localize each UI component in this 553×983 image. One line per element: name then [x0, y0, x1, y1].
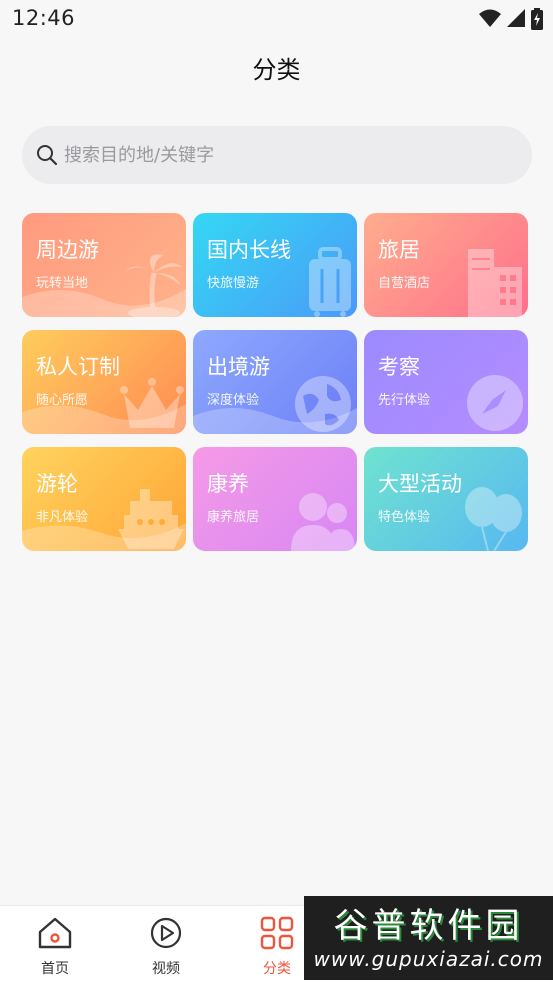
category-subtitle: 快旅慢游 [207, 276, 260, 291]
grid-icon [260, 916, 294, 950]
category-subtitle: 先行体验 [378, 393, 431, 408]
category-grid: 周边游 玩转当地 国内长线 快旅慢游 旅居 自营酒店 私人订制 随心所愿 出境游… [22, 213, 528, 551]
category-title: 国内长线 [207, 238, 291, 262]
category-subtitle: 非凡体验 [36, 510, 89, 525]
tab-category[interactable]: 分类 [242, 916, 312, 978]
tab-home[interactable]: 首页 [20, 916, 90, 978]
tab-home-label: 首页 [41, 961, 69, 977]
category-card[interactable]: 康养 康养旅居 [193, 447, 357, 551]
status-icons [479, 8, 543, 30]
category-title: 私人订制 [36, 355, 120, 379]
category-card[interactable]: 考察 先行体验 [364, 330, 528, 434]
watermark-url: www.gupuxiazai.com [313, 947, 544, 971]
signal-icon [507, 9, 525, 27]
category-title: 康养 [207, 472, 249, 496]
category-subtitle: 随心所愿 [36, 393, 89, 408]
category-subtitle: 玩转当地 [36, 276, 89, 291]
play-icon [150, 917, 182, 949]
tab-video[interactable]: 视频 [131, 916, 201, 978]
category-title: 旅居 [378, 238, 420, 262]
wifi-icon [479, 9, 501, 27]
category-title: 考察 [378, 355, 420, 379]
category-subtitle: 康养旅居 [207, 510, 260, 525]
tab-video-label: 视频 [152, 961, 180, 977]
category-card[interactable]: 出境游 深度体验 [193, 330, 357, 434]
search-icon [37, 145, 58, 166]
search-input[interactable] [64, 144, 504, 166]
status-time: 12:46 [12, 6, 76, 30]
watermark-title: 谷普软件园 [333, 906, 524, 946]
category-card[interactable]: 游轮 非凡体验 [22, 447, 186, 551]
category-card[interactable]: 旅居 自营酒店 [364, 213, 528, 317]
status-bar: 12:46 [0, 0, 553, 40]
category-card[interactable]: 私人订制 随心所愿 [22, 330, 186, 434]
category-card[interactable]: 大型活动 特色体验 [364, 447, 528, 551]
category-subtitle: 特色体验 [378, 510, 431, 525]
category-subtitle: 自营酒店 [378, 276, 431, 291]
category-title: 大型活动 [378, 472, 462, 496]
watermark-logo: 谷普软件园 www.gupuxiazai.com [304, 896, 553, 980]
page-title: 分类 [252, 56, 301, 84]
category-title: 出境游 [207, 355, 270, 379]
category-card[interactable]: 周边游 玩转当地 [22, 213, 186, 317]
category-title: 游轮 [36, 472, 78, 496]
home-icon [38, 917, 72, 949]
battery-icon [531, 8, 543, 30]
search-bar[interactable] [22, 126, 532, 184]
header: 分类 [0, 40, 553, 102]
category-title: 周边游 [36, 238, 99, 262]
category-subtitle: 深度体验 [207, 393, 260, 408]
tab-category-label: 分类 [263, 961, 291, 977]
category-card[interactable]: 国内长线 快旅慢游 [193, 213, 357, 317]
